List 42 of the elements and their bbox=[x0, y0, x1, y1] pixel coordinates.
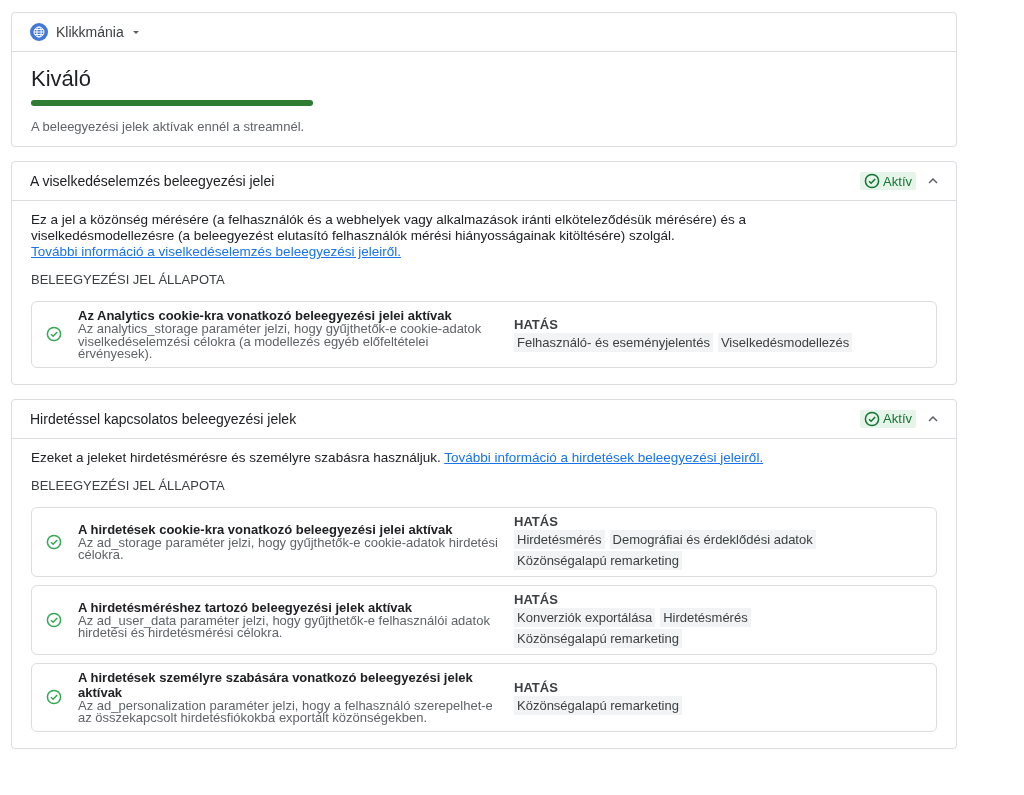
impact-label: HATÁS bbox=[514, 679, 559, 695]
collapse-button[interactable] bbox=[928, 415, 938, 422]
signal-title: A hirdetések cookie-kra vonatkozó beleegyezési jelei aktívak bbox=[78, 521, 454, 537]
check-circle-icon bbox=[864, 410, 881, 427]
impact-label: HATÁS bbox=[514, 591, 559, 607]
check-circle-icon bbox=[864, 173, 881, 189]
globe-icon bbox=[30, 23, 48, 41]
status-heading: BELEEGYEZÉSI JEL ÁLLAPOTA bbox=[31, 477, 226, 493]
impact-chip: Konverziók exportálása bbox=[514, 607, 656, 627]
signal-title: Az Analytics cookie-kra vonatkozó beleegyezési jelei aktívak bbox=[78, 308, 453, 323]
signal-description: Az ad_storage paraméter jelzi, hogy gyűjthetők-e cookie-adatok hirdetési célokra. bbox=[78, 536, 499, 562]
status-badge: Aktív bbox=[860, 409, 916, 428]
impact-chip: Közönségalapú remarketing bbox=[514, 695, 682, 715]
impact-chip: Hirdetésmérés bbox=[660, 607, 751, 627]
signal-title: A hirdetésméréshez tartozó beleegyezési jelek aktívak bbox=[78, 599, 414, 615]
section-description: Ezeket a jeleket hirdetésmérésre és személyre szabásra használjuk. További információ a hirdetések beleegyezési jeleiről. bbox=[31, 449, 765, 466]
impact-chip: Közönségalapú remarketing bbox=[514, 550, 682, 570]
chevron-up-icon bbox=[928, 178, 938, 184]
impact-chip: Demográfiai és érdeklődési adatok bbox=[609, 529, 816, 549]
signal-description: Az ad_user_data paraméter jelzi, hogy gyűjthetők-e felhasználói adatok hirdetési és hirdetésmérési célokra. bbox=[78, 614, 491, 640]
property-selector[interactable]: Klikkmánia bbox=[30, 23, 140, 41]
status-title: Kiváló bbox=[31, 66, 92, 92]
impact-chip: Viselkedésmodellezés bbox=[717, 332, 853, 352]
learn-more-link[interactable]: További információ a hirdetések beleegyezési jeleiről. bbox=[444, 449, 764, 465]
learn-more-link[interactable]: További információ a viselkedéselemzés beleegyezési jeleiről. bbox=[31, 244, 401, 259]
section-title: A viselkedéselemzés beleegyezési jelei bbox=[30, 173, 276, 189]
collapse-button[interactable] bbox=[928, 178, 938, 184]
impact-chip: Közönségalapú remarketing bbox=[514, 628, 682, 648]
impact-label: HATÁS bbox=[514, 513, 559, 529]
section-title: Hirdetéssel kapcsolatos beleegyezési jelek bbox=[30, 410, 298, 427]
status-badge: Aktív bbox=[860, 172, 916, 190]
caret-icon bbox=[131, 29, 140, 35]
section-description: Ez a jel a közönség mérésére (a felhasználók és a webhelyek vagy alkalmazások iránti elköteleződésük mérésére) és a viselkedésmodellezésre (a beleegyezést elutasító felhasználók mérési hiányosságainak kitöltésére) szolgál. További információ a viselkedéselemzés beleegyezési jeleiről. bbox=[31, 212, 748, 260]
signal-description: Az analytics_storage paraméter jelzi, hogy gyűjthetők-e cookie-adatok viselkedéselemzési célokra (a modellezés egyéb előfeltételei érvényesek). bbox=[78, 323, 483, 361]
status-heading: BELEEGYEZÉSI JEL ÁLLAPOTA bbox=[31, 272, 226, 287]
status-message: A beleegyezési jelek aktívak ennél a streamnél. bbox=[31, 119, 306, 134]
impact-chip: Felhasználó- és eseményjelentés bbox=[514, 332, 713, 352]
signal-title: A hirdetések személyre szabására vonatkozó beleegyezési jelek aktívak bbox=[78, 669, 474, 700]
impact-label: HATÁS bbox=[514, 316, 559, 332]
impact-chip: Hirdetésmérés bbox=[514, 529, 605, 549]
chevron-up-icon bbox=[928, 415, 938, 422]
signal-description: Az ad_personalization paraméter jelzi, hogy a felhasználó szerepelhet-e az összekapcsolt hirdetésfiókokba exportált közönségekben. bbox=[78, 699, 494, 725]
